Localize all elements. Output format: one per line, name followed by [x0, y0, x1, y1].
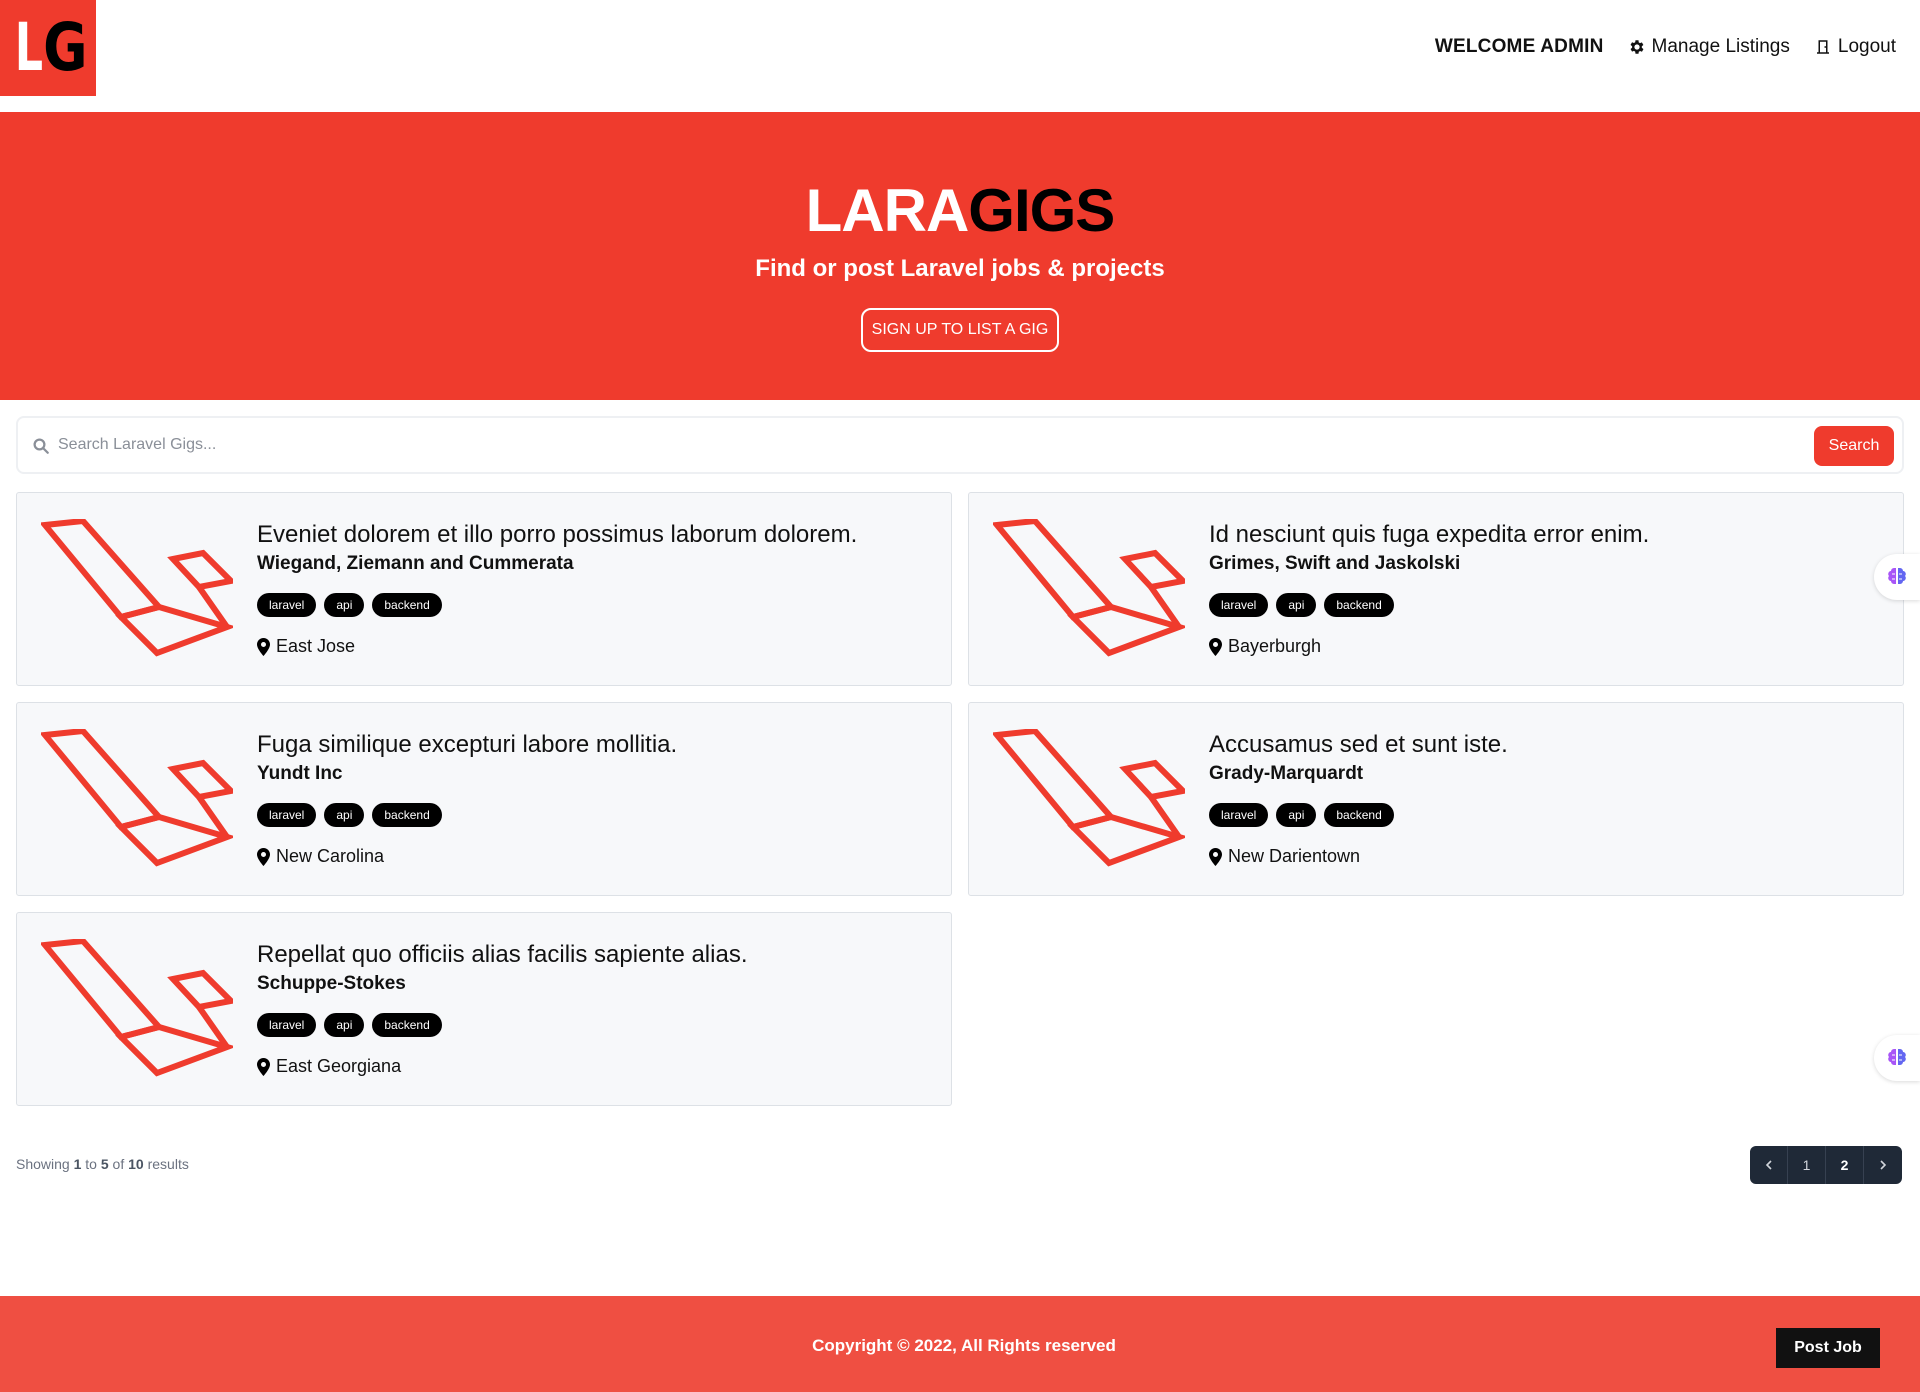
tag-api[interactable]: api: [1276, 803, 1317, 827]
listing-card[interactable]: Eveniet dolorem et illo porro possimus l…: [16, 492, 952, 686]
floating-assistant-button[interactable]: [1874, 554, 1920, 600]
nav-menu: Welcome Admin Manage Listings Logout: [1435, 36, 1896, 58]
listing-card[interactable]: Fuga similique excepturi labore mollitia…: [16, 702, 952, 896]
tag-api[interactable]: api: [1276, 593, 1317, 617]
post-job-button[interactable]: Post Job: [1776, 1328, 1880, 1368]
tag-backend[interactable]: backend: [1324, 593, 1394, 617]
location-text: Bayerburgh: [1228, 636, 1322, 656]
hero-title: LARAGIGS: [0, 176, 1920, 245]
tag-api[interactable]: api: [324, 803, 365, 827]
results-to: 5: [100, 1156, 109, 1172]
chevron-right-icon: [1880, 1160, 1887, 1170]
listing-title[interactable]: Accusamus sed et sunt iste.: [1209, 731, 1508, 759]
copyright-text: Copyright © 2022, All Rights reserved: [812, 1336, 1116, 1355]
listing-card[interactable]: Repellat quo officiis alias facilis sapi…: [16, 912, 952, 1106]
floating-assistant-button[interactable]: [1874, 1035, 1920, 1081]
tag-laravel[interactable]: laravel: [1209, 803, 1269, 827]
manage-listings-label: Manage Listings: [1651, 36, 1790, 57]
tag-laravel[interactable]: laravel: [257, 803, 317, 827]
brain-icon: [1888, 568, 1906, 584]
laravel-logo-icon: [41, 519, 233, 657]
showing-label: Showing: [16, 1156, 70, 1172]
tag-list: laravel api backend: [257, 803, 442, 827]
tag-list: laravel api backend: [257, 1013, 442, 1037]
laravel-logo-icon: [993, 729, 1185, 867]
signup-button[interactable]: Sign Up to List a Gig: [861, 308, 1059, 352]
footer: Copyright © 2022, All Rights reserved Po…: [0, 1296, 1920, 1392]
listing-company: Schuppe-Stokes: [257, 973, 406, 994]
results-from: 1: [73, 1156, 82, 1172]
tag-list: laravel api backend: [1209, 803, 1394, 827]
location-text: New Darientown: [1228, 846, 1361, 866]
to-label: to: [85, 1156, 97, 1172]
map-pin-icon: [1209, 637, 1222, 656]
hero-title-gigs: GIGS: [968, 177, 1115, 244]
listing-location: East Jose: [257, 636, 355, 657]
map-pin-icon: [257, 847, 270, 866]
tag-laravel[interactable]: laravel: [257, 1013, 317, 1037]
hero-banner: LARAGIGS Find or post Laravel jobs & pro…: [0, 112, 1920, 400]
location-text: New Carolina: [276, 846, 385, 866]
navbar: LG Welcome Admin Manage Listings Logout: [0, 0, 1920, 112]
tag-api[interactable]: api: [324, 1013, 365, 1037]
listing-title[interactable]: Id nesciunt quis fuga expedita error eni…: [1209, 521, 1649, 549]
search-icon: [33, 438, 49, 454]
listing-company: Grady-Marquardt: [1209, 763, 1364, 784]
gear-icon: [1630, 40, 1643, 54]
chevron-left-icon: [1765, 1160, 1772, 1170]
pagination: 1 2: [1750, 1146, 1902, 1184]
page-2-button[interactable]: 2: [1826, 1146, 1864, 1184]
results-total: 10: [128, 1156, 144, 1172]
map-pin-icon: [257, 1057, 270, 1076]
location-text: East Georgiana: [276, 1056, 402, 1076]
listing-title[interactable]: Repellat quo officiis alias facilis sapi…: [257, 941, 748, 969]
listing-card[interactable]: Accusamus sed et sunt iste. Grady-Marqua…: [968, 702, 1904, 896]
listing-location: Bayerburgh: [1209, 636, 1321, 657]
brain-icon: [1888, 1049, 1906, 1065]
search-bar: Search: [16, 416, 1904, 474]
results-summary: Showing 1 to 5 of 10 results: [16, 1156, 189, 1172]
listing-company: Grimes, Swift and Jaskolski: [1209, 553, 1461, 574]
site-logo[interactable]: LG: [0, 0, 96, 96]
hero-title-lara: LARA: [805, 177, 970, 244]
search-input[interactable]: [58, 428, 1358, 462]
hero-subtitle: Find or post Laravel jobs & projects: [755, 255, 1165, 282]
search-button[interactable]: Search: [1814, 426, 1894, 466]
of-label: of: [112, 1156, 125, 1172]
logout-label: Logout: [1837, 36, 1896, 57]
listing-location: East Georgiana: [257, 1056, 401, 1077]
location-text: East Jose: [276, 636, 356, 656]
listing-title[interactable]: Eveniet dolorem et illo porro possimus l…: [257, 521, 857, 549]
listing-card[interactable]: Id nesciunt quis fuga expedita error eni…: [968, 492, 1904, 686]
results-label: results: [147, 1156, 189, 1172]
page-1-button[interactable]: 1: [1788, 1146, 1826, 1184]
map-pin-icon: [1209, 847, 1222, 866]
tag-list: laravel api backend: [1209, 593, 1394, 617]
listing-company: Yundt Inc: [257, 763, 343, 784]
prev-page-button[interactable]: [1750, 1146, 1788, 1184]
laravel-logo-icon: [41, 729, 233, 867]
listing-location: New Darientown: [1209, 846, 1360, 867]
tag-backend[interactable]: backend: [372, 803, 442, 827]
tag-laravel[interactable]: laravel: [257, 593, 317, 617]
next-page-button[interactable]: [1864, 1146, 1902, 1184]
door-icon: [1816, 40, 1829, 54]
logout-link[interactable]: Logout: [1814, 36, 1896, 58]
laravel-logo-icon: [41, 939, 233, 1077]
tag-laravel[interactable]: laravel: [1209, 593, 1269, 617]
tag-backend[interactable]: backend: [372, 1013, 442, 1037]
laravel-logo-icon: [993, 519, 1185, 657]
listing-title[interactable]: Fuga similique excepturi labore mollitia…: [257, 731, 677, 759]
logo-letter-g: G: [43, 9, 87, 86]
tag-list: laravel api backend: [257, 593, 442, 617]
tag-api[interactable]: api: [324, 593, 365, 617]
tag-backend[interactable]: backend: [372, 593, 442, 617]
map-pin-icon: [257, 637, 270, 656]
listing-location: New Carolina: [257, 846, 384, 867]
welcome-text: Welcome Admin: [1434, 36, 1604, 57]
manage-listings-link[interactable]: Manage Listings: [1628, 36, 1790, 58]
logo-letter-l: L: [14, 9, 43, 86]
tag-backend[interactable]: backend: [1324, 803, 1394, 827]
listing-company: Wiegand, Ziemann and Cummerata: [257, 553, 574, 574]
